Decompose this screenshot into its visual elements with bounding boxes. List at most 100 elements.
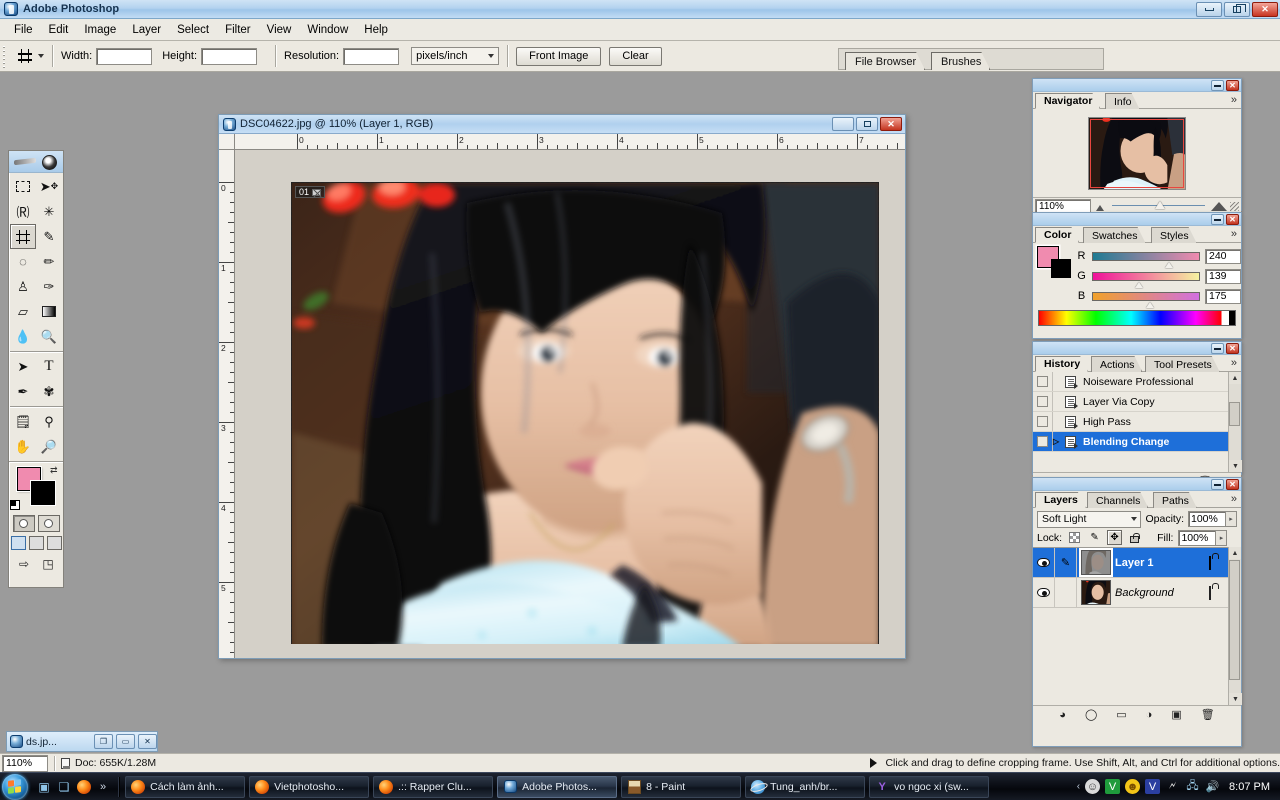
status-zoom-input[interactable]: 110% bbox=[2, 754, 48, 772]
navigator-zoom-input[interactable]: 110% bbox=[1035, 199, 1091, 213]
tool-notes[interactable]: 🗒 bbox=[10, 409, 36, 434]
jump-to-other-icon[interactable]: ◳ bbox=[38, 555, 58, 572]
lock-position-icon[interactable]: ✥ bbox=[1107, 530, 1123, 545]
history-menu-icon[interactable]: » bbox=[1231, 357, 1237, 369]
history-scroll-thumb[interactable] bbox=[1229, 402, 1240, 426]
tab-info[interactable]: Info bbox=[1105, 93, 1140, 109]
navigator-title-bar[interactable]: ✕ bbox=[1033, 79, 1241, 92]
image-canvas[interactable]: 01 bbox=[291, 182, 879, 647]
tool-custom-shape[interactable]: ✾ bbox=[36, 379, 62, 404]
menu-window[interactable]: Window bbox=[299, 22, 356, 38]
restore-button[interactable] bbox=[1224, 2, 1250, 17]
color-minimize-button[interactable] bbox=[1211, 214, 1224, 225]
resolution-input[interactable] bbox=[343, 47, 400, 65]
r-slider-track[interactable] bbox=[1092, 251, 1200, 268]
g-slider-track[interactable] bbox=[1092, 271, 1200, 288]
messenger-icon[interactable]: ☺ bbox=[1085, 779, 1101, 794]
tool-history-brush[interactable]: ✑ bbox=[36, 274, 62, 299]
history-item[interactable]: High Pass bbox=[1033, 412, 1228, 432]
minimized-close-button[interactable]: ✕ bbox=[138, 734, 157, 749]
network-icon[interactable]: 🖧 bbox=[1185, 779, 1200, 794]
lock-transparency-icon[interactable] bbox=[1067, 530, 1082, 545]
tab-paths[interactable]: Paths bbox=[1153, 492, 1197, 508]
navigator-zoom-slider[interactable] bbox=[1109, 199, 1208, 213]
delete-layer-icon[interactable]: 🗑 bbox=[1201, 708, 1215, 721]
minimized-restore-button[interactable]: ❐ bbox=[94, 734, 113, 749]
full-screen-menubar-mode-button[interactable] bbox=[28, 536, 44, 550]
horizontal-ruler[interactable]: 0 1 2 3 4 5 6 7 bbox=[235, 134, 905, 150]
color-title-bar[interactable]: ✕ bbox=[1033, 213, 1241, 226]
layer-link-toggle[interactable]: ✎ bbox=[1055, 548, 1077, 577]
switch-windows-icon[interactable]: ❏ bbox=[56, 779, 72, 795]
scroll-down-arrow-icon[interactable]: ▼ bbox=[1229, 693, 1242, 705]
layer-mask-icon[interactable]: ◯ bbox=[1085, 708, 1097, 721]
status-doc-size[interactable]: Doc: 655K/1.28M bbox=[61, 757, 156, 769]
battery-icon[interactable]: 🗲 bbox=[1165, 779, 1180, 794]
history-item-selected[interactable]: ▷ Blending Change bbox=[1033, 432, 1228, 452]
tool-path-selection[interactable]: ➤ bbox=[10, 354, 36, 379]
layers-minimize-button[interactable] bbox=[1211, 479, 1224, 490]
tool-blur[interactable]: 💧 bbox=[10, 324, 36, 349]
tool-move[interactable]: ➤ ✥ bbox=[36, 174, 62, 199]
channel-value-r[interactable]: 240 bbox=[1205, 248, 1241, 264]
tab-history[interactable]: History bbox=[1035, 356, 1088, 372]
tool-clone-stamp[interactable]: ♙ bbox=[10, 274, 36, 299]
layer-group-icon[interactable]: ▭ bbox=[1116, 708, 1126, 721]
tool-healing-brush[interactable]: ◌ bbox=[10, 249, 36, 274]
tool-hand[interactable]: ✋ bbox=[10, 434, 36, 459]
opacity-stepper[interactable]: ▸ bbox=[1226, 511, 1237, 527]
tab-color[interactable]: Color bbox=[1035, 227, 1079, 243]
history-snapshot-checkbox[interactable] bbox=[1033, 412, 1053, 431]
menu-file[interactable]: File bbox=[6, 22, 41, 38]
minimized-document-window[interactable]: ds.jp... ❐ ▭ ✕ bbox=[6, 731, 158, 752]
layer-style-icon[interactable]: ◕ bbox=[1059, 709, 1066, 721]
standard-screen-mode-button[interactable] bbox=[10, 536, 26, 550]
color-background-swatch[interactable] bbox=[1051, 259, 1071, 278]
palette-tab-brushes[interactable]: Brushes bbox=[931, 52, 990, 70]
adjustment-layer-icon[interactable]: ◑ bbox=[1146, 709, 1153, 721]
r-slider-knob[interactable] bbox=[1165, 261, 1174, 268]
history-item[interactable]: Layer Via Copy bbox=[1033, 392, 1228, 412]
palette-tab-file-browser[interactable]: File Browser bbox=[845, 52, 925, 70]
color-spectrum-bar[interactable] bbox=[1038, 310, 1236, 326]
history-scrollbar[interactable]: ▲ ▼ bbox=[1228, 372, 1242, 472]
tool-magic-wand[interactable]: ✳ bbox=[36, 199, 62, 224]
tab-channels[interactable]: Channels bbox=[1087, 492, 1148, 508]
resolution-units-select[interactable]: pixels/inch bbox=[411, 47, 500, 65]
antivirus-icon[interactable]: V bbox=[1145, 779, 1161, 794]
opacity-input[interactable]: 100% bbox=[1188, 511, 1226, 527]
close-button[interactable]: ✕ bbox=[1252, 2, 1278, 17]
menu-image[interactable]: Image bbox=[76, 22, 124, 38]
tool-lasso[interactable]: 🄡 bbox=[10, 199, 36, 224]
lock-all-icon[interactable] bbox=[1127, 530, 1142, 545]
taskbar-button-tung-anh[interactable]: Tung_anh/br... bbox=[745, 775, 866, 798]
menu-layer[interactable]: Layer bbox=[124, 22, 169, 38]
history-close-button[interactable]: ✕ bbox=[1226, 343, 1239, 354]
fill-stepper[interactable]: ▸ bbox=[1216, 529, 1228, 546]
layer-thumbnail[interactable] bbox=[1081, 580, 1111, 605]
taskbar-button-rapper-club[interactable]: .:: Rapper Clu... bbox=[373, 775, 494, 798]
layer-link-toggle[interactable] bbox=[1055, 578, 1077, 607]
tool-dodge[interactable]: 🔍 bbox=[36, 324, 62, 349]
minimize-button[interactable] bbox=[1196, 2, 1222, 17]
taskbar-button-vo-ngoc-xi[interactable]: Y vo ngoc xi (sw... bbox=[869, 775, 990, 798]
tab-styles[interactable]: Styles bbox=[1151, 227, 1197, 243]
scroll-down-arrow-icon[interactable]: ▼ bbox=[1229, 460, 1242, 472]
history-minimize-button[interactable] bbox=[1211, 343, 1224, 354]
b-slider-knob[interactable] bbox=[1146, 301, 1154, 308]
vertical-ruler[interactable]: 0 1 2 3 4 5 bbox=[219, 150, 235, 658]
options-bar-grip[interactable] bbox=[2, 44, 9, 68]
taskbar-button-cach-lam-anh[interactable]: Cách làm ảnh... bbox=[125, 775, 246, 798]
history-snapshot-checkbox[interactable] bbox=[1033, 432, 1053, 451]
show-desktop-icon[interactable]: ▣ bbox=[36, 779, 52, 795]
chevron-left-icon[interactable]: ‹ bbox=[1077, 781, 1080, 792]
height-input[interactable] bbox=[201, 47, 258, 65]
tool-eraser[interactable]: ▱ bbox=[10, 299, 36, 324]
zoom-in-icon[interactable] bbox=[1211, 201, 1227, 211]
slider-knob[interactable] bbox=[1154, 201, 1165, 209]
navigator-menu-icon[interactable]: » bbox=[1231, 94, 1237, 106]
menu-help[interactable]: Help bbox=[356, 22, 396, 38]
history-snapshot-checkbox[interactable] bbox=[1033, 372, 1053, 391]
unikey-icon[interactable]: V bbox=[1105, 779, 1121, 794]
layer-visibility-toggle[interactable] bbox=[1033, 578, 1055, 607]
